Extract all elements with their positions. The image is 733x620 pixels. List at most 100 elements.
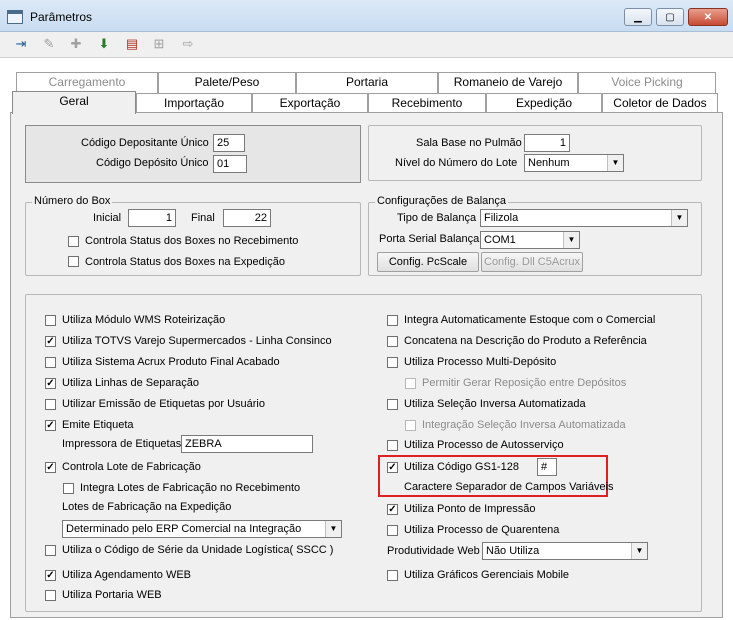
delete-record-button[interactable]: ▤ [121, 33, 143, 55]
box-initial-label: Inicial [93, 212, 122, 224]
minimize-button[interactable]: ▁ [624, 8, 652, 26]
wms-routing-checkbox[interactable] [45, 315, 56, 326]
maximize-button[interactable]: ▢ [656, 8, 684, 26]
scale-type-label: Tipo de Balança [397, 212, 477, 224]
productivity-value: Não Utiliza [486, 545, 540, 557]
sala-base-field[interactable]: 1 [524, 134, 570, 152]
acrux-label: Utiliza Sistema Acrux Produto Final Acab… [62, 356, 280, 368]
deposit-unique-field[interactable]: 25 [213, 134, 245, 152]
multi-depot-checkbox[interactable] [387, 357, 398, 368]
lot-integrate-checkbox[interactable] [63, 483, 74, 494]
replenish-label: Permitir Gerar Reposição entre Depósitos [422, 377, 627, 389]
lot-shipping-label: Lotes de Fabricação na Expedição [62, 501, 232, 513]
exit-icon: ⇥ [15, 36, 27, 51]
inverse-selection-checkbox[interactable] [387, 399, 398, 410]
chevron-down-icon: ▼ [563, 232, 579, 248]
close-button[interactable]: ✕ [688, 8, 728, 26]
chevron-down-icon: ▼ [325, 521, 341, 537]
lot-control-checkbox[interactable]: ✓ [45, 462, 56, 473]
mobile-charts-checkbox[interactable] [387, 570, 398, 581]
printer-field[interactable]: ZEBRA [181, 435, 313, 453]
self-service-label: Utiliza Processo de Autosserviço [404, 439, 564, 451]
unique-codes-group [25, 125, 361, 183]
config-dll-button[interactable]: Config. Dll C5Acrux [481, 252, 583, 272]
config-pcscale-button[interactable]: Config. PcScale [377, 252, 479, 272]
scale-type-select[interactable]: Filizola ▼ [480, 209, 688, 227]
auto-stock-checkbox[interactable] [387, 315, 398, 326]
productivity-select[interactable]: Não Utiliza ▼ [482, 542, 648, 560]
box-group-title: Número do Box [32, 195, 113, 207]
quarantine-label: Utiliza Processo de Quarentena [404, 524, 560, 536]
print-point-checkbox[interactable]: ✓ [387, 504, 398, 515]
concat-desc-label: Concatena na Descrição do Produto a Refe… [404, 335, 647, 347]
nivel-lote-select[interactable]: Nenhum ▼ [524, 154, 624, 172]
window-title: Parâmetros [30, 10, 93, 24]
inverse-integration-checkbox[interactable] [405, 420, 416, 431]
scale-type-value: Filizola [484, 212, 519, 224]
labels-user-label: Utilizar Emissão de Etiquetas por Usuári… [62, 398, 265, 410]
tab-romaneio-varejo[interactable]: Romaneio de Varejo [438, 72, 578, 93]
web-schedule-checkbox[interactable]: ✓ [45, 570, 56, 581]
tab-carregamento[interactable]: Carregamento [16, 72, 158, 93]
tab-recebimento[interactable]: Recebimento [368, 93, 486, 114]
save-download-icon: ⬇ [98, 36, 110, 51]
scale-port-select[interactable]: COM1 ▼ [480, 231, 580, 249]
box-receiving-checkbox[interactable] [68, 236, 79, 247]
wms-routing-label: Utiliza Módulo WMS Roteirização [62, 314, 226, 326]
separation-lines-checkbox[interactable]: ✓ [45, 378, 56, 389]
export-arrow-button[interactable]: ⇨ [177, 33, 199, 55]
labels-user-checkbox[interactable] [45, 399, 56, 410]
totvs-checkbox[interactable]: ✓ [45, 336, 56, 347]
gs1-separator-label: Caractere Separador de Campos Variáveis [404, 481, 614, 493]
totvs-label: Utiliza TOTVS Varejo Supermercados - Lin… [62, 335, 332, 347]
gs1-separator-field[interactable]: # [537, 458, 557, 476]
chevron-down-icon: ▼ [631, 543, 647, 559]
eraser-icon: ✎ [43, 36, 55, 51]
eraser-button[interactable]: ✎ [38, 33, 60, 55]
separation-lines-label: Utiliza Linhas de Separação [62, 377, 199, 389]
replenish-checkbox[interactable] [405, 378, 416, 389]
save-button[interactable]: ⬇ [93, 33, 115, 55]
tab-palete-peso[interactable]: Palete/Peso [158, 72, 296, 93]
tab-importacao[interactable]: Importação [136, 93, 252, 114]
emit-label-checkbox[interactable]: ✓ [45, 420, 56, 431]
chevron-down-icon: ▼ [607, 155, 623, 171]
web-schedule-label: Utiliza Agendamento WEB [62, 569, 192, 581]
emit-label-label: Emite Etiqueta [62, 419, 134, 431]
close-icon: ✕ [703, 11, 713, 23]
mobile-charts-label: Utiliza Gráficos Gerenciais Mobile [404, 569, 570, 581]
sscc-checkbox[interactable] [45, 545, 56, 556]
quarantine-checkbox[interactable] [387, 525, 398, 536]
concat-desc-checkbox[interactable] [387, 336, 398, 347]
gs1-label: Utiliza Código GS1-128 [404, 461, 519, 473]
printer-label: Impressora de Etiquetas [62, 438, 182, 450]
web-gate-label: Utiliza Portaria WEB [62, 589, 162, 601]
move-right-button[interactable]: ⊞ [148, 33, 170, 55]
add-record-button[interactable]: ✚ [65, 33, 87, 55]
gs1-checkbox[interactable]: ✓ [387, 462, 398, 473]
tab-voice-picking[interactable]: Voice Picking [578, 72, 716, 93]
box-initial-field[interactable]: 1 [128, 209, 176, 227]
auto-stock-label: Integra Automaticamente Estoque com o Co… [404, 314, 656, 326]
sscc-label: Utiliza o Código de Série da Unidade Log… [62, 544, 334, 556]
tab-portaria[interactable]: Portaria [296, 72, 438, 93]
tab-coletor-dados[interactable]: Coletor de Dados [602, 93, 718, 114]
self-service-checkbox[interactable] [387, 440, 398, 451]
lot-shipping-value: Determinado pelo ERP Comercial na Integr… [66, 523, 302, 535]
tab-exportacao[interactable]: Exportação [252, 93, 368, 114]
move-right-icon: ⊞ [153, 36, 165, 51]
multi-depot-label: Utiliza Processo Multi-Depósito [404, 356, 557, 368]
add-record-icon: ✚ [70, 36, 82, 51]
tab-expedicao[interactable]: Expedição [486, 93, 602, 114]
nivel-lote-value: Nenhum [528, 157, 570, 169]
tab-geral[interactable]: Geral [12, 91, 136, 114]
maximize-icon: ▢ [665, 11, 675, 23]
exit-button[interactable]: ⇥ [10, 33, 32, 55]
box-shipping-checkbox[interactable] [68, 256, 79, 267]
lot-shipping-select[interactable]: Determinado pelo ERP Comercial na Integr… [62, 520, 342, 538]
acrux-checkbox[interactable] [45, 357, 56, 368]
minimize-icon: ▁ [634, 11, 642, 23]
depot-unique-field[interactable]: 01 [213, 155, 247, 173]
web-gate-checkbox[interactable] [45, 590, 56, 601]
box-final-field[interactable]: 22 [223, 209, 271, 227]
